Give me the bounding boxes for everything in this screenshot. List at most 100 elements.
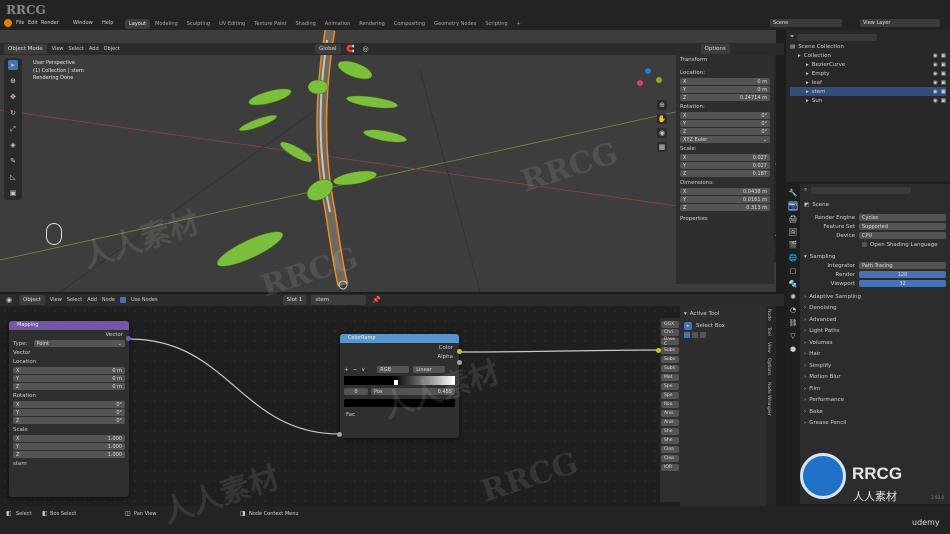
- rotate-tool-icon[interactable]: ↻: [8, 108, 18, 118]
- panel-section-header[interactable]: › Light Paths: [804, 326, 946, 338]
- tab-modeling[interactable]: Modeling: [151, 19, 182, 29]
- render-camera-icon[interactable]: ▣: [941, 89, 946, 95]
- menu-view[interactable]: View: [52, 46, 64, 52]
- menu-edit[interactable]: Edit: [28, 20, 38, 26]
- dimensions-z-field[interactable]: Z 0.313 m: [680, 204, 770, 211]
- bsdf-input-field[interactable]: IOR: [661, 464, 679, 471]
- stop-position-field[interactable]: Pos 0.455: [371, 388, 455, 395]
- bsdf-input-field[interactable]: Subs: [661, 365, 679, 372]
- rotation-x-field[interactable]: X 0°: [680, 112, 770, 119]
- add-stop-button[interactable]: +: [344, 367, 349, 373]
- panel-section-header[interactable]: › Hair: [804, 349, 946, 361]
- scale-x-field[interactable]: X 0.027: [680, 154, 770, 161]
- integrator-dropdown[interactable]: Path Tracing: [859, 262, 946, 269]
- menu-add[interactable]: Add: [87, 297, 97, 303]
- panel-section-header[interactable]: › Performance: [804, 395, 946, 407]
- material-tab-icon[interactable]: ●: [788, 344, 798, 354]
- bsdf-input-field[interactable]: Met: [661, 374, 679, 381]
- slot-dropdown[interactable]: Slot 1: [282, 295, 307, 305]
- camera-icon[interactable]: ◉: [657, 128, 667, 138]
- menu-help[interactable]: Help: [102, 20, 113, 26]
- use-nodes-checkbox[interactable]: [119, 297, 126, 303]
- node-side-tab-3[interactable]: Options: [766, 355, 771, 378]
- bsdf-base-color-socket[interactable]: [656, 348, 661, 353]
- panel-section-header[interactable]: › Film: [804, 383, 946, 395]
- bsdf-input-field[interactable]: Rou: [661, 401, 679, 408]
- menu-object[interactable]: Object: [104, 46, 120, 52]
- menu-file[interactable]: File: [16, 20, 24, 26]
- n-panel-tab-1[interactable]: Tool: [774, 68, 776, 83]
- scene-tab-icon[interactable]: 🎬: [788, 240, 798, 250]
- panel-section-header[interactable]: › Bake: [804, 406, 946, 418]
- viewport-samples-field[interactable]: 32: [859, 280, 946, 287]
- outliner-item[interactable]: ▸ stem ◉ ▣: [790, 87, 946, 96]
- mode-subtract-icon[interactable]: [700, 331, 706, 338]
- data-tab-icon[interactable]: ▽: [788, 331, 798, 341]
- bsdf-input-field[interactable]: Base C: [661, 337, 679, 347]
- bsdf-input-field[interactable]: Clea: [661, 455, 679, 462]
- n-panel-tab-8[interactable]: Screencast: [774, 193, 776, 224]
- render-engine-dropdown[interactable]: Cycles: [859, 214, 946, 221]
- render-camera-icon[interactable]: ▣: [941, 98, 946, 104]
- color-mode-dropdown[interactable]: RGB: [377, 366, 410, 373]
- object-tab-icon[interactable]: ▢: [788, 266, 798, 276]
- pin-icon[interactable]: 📌: [371, 295, 381, 305]
- mapping-scale-z-field[interactable]: Z 1.000: [13, 451, 125, 458]
- move-tool-icon[interactable]: ✥: [8, 92, 18, 102]
- render-camera-icon[interactable]: ▣: [941, 71, 946, 77]
- n-panel-tab-7[interactable]: ARM Lib: [774, 169, 776, 193]
- mode-new-icon[interactable]: [684, 331, 690, 338]
- proportional-edit-icon[interactable]: ◎: [361, 44, 371, 54]
- tab-animation[interactable]: Animation: [321, 19, 355, 29]
- mapping-location-x-field[interactable]: X 0 m: [13, 367, 125, 374]
- menu-select[interactable]: Select: [69, 46, 84, 52]
- tab-layout[interactable]: Layout: [125, 19, 150, 29]
- mapping-out-socket[interactable]: [126, 336, 131, 341]
- sampling-header[interactable]: ▾ Sampling: [804, 252, 946, 261]
- world-tab-icon[interactable]: 🌐: [788, 253, 798, 263]
- device-dropdown[interactable]: CPU: [859, 232, 946, 239]
- feature-set-dropdown[interactable]: Supported: [859, 223, 946, 230]
- navigation-gizmo[interactable]: [634, 68, 664, 98]
- colorramp-color-socket[interactable]: [457, 349, 462, 354]
- modifier-tab-icon[interactable]: 🔩: [788, 279, 798, 289]
- scale-y-field[interactable]: Y 0.027: [680, 162, 770, 169]
- mode-extend-icon[interactable]: [692, 331, 698, 338]
- tool-tab-icon[interactable]: 🔧: [788, 188, 798, 198]
- panel-section-header[interactable]: › Grease Pencil: [804, 418, 946, 430]
- ramp-menu-button[interactable]: ∨: [361, 367, 365, 373]
- gizmo-z-axis-icon[interactable]: [645, 68, 651, 74]
- panel-section-header[interactable]: › Denoising: [804, 303, 946, 315]
- render-samples-field[interactable]: 128: [859, 271, 946, 278]
- colorramp-node-header[interactable]: ColorRamp: [340, 334, 459, 343]
- expand-icon[interactable]: ▸: [806, 80, 809, 86]
- expand-icon[interactable]: ▸: [806, 98, 809, 104]
- object-mode-dropdown[interactable]: Object Mode: [4, 44, 47, 54]
- bsdf-input-field[interactable]: Clea: [661, 446, 679, 453]
- ramp-stop-handle[interactable]: [393, 380, 398, 385]
- menu-render[interactable]: Render: [41, 20, 59, 26]
- zoom-icon[interactable]: ⊕: [657, 100, 667, 110]
- render-camera-icon[interactable]: ▣: [941, 62, 946, 68]
- expand-icon[interactable]: ▸: [798, 53, 801, 59]
- panel-section-header[interactable]: › Adaptive Sampling: [804, 291, 946, 303]
- tab-rendering[interactable]: Rendering: [355, 19, 389, 29]
- outliner-item[interactable]: ▸ leaf ◉ ▣: [790, 78, 946, 87]
- colorramp-fac-socket[interactable]: [337, 432, 342, 437]
- outliner-item[interactable]: ▸ Sun ◉ ▣: [790, 96, 946, 105]
- material-selector[interactable]: stem: [311, 295, 367, 305]
- output-tab-icon[interactable]: 🖨: [788, 214, 798, 224]
- particles-tab-icon[interactable]: ✺: [788, 292, 798, 302]
- outliner-item[interactable]: ▸ Collection ◉ ▣: [790, 51, 946, 60]
- tab-geometry-nodes[interactable]: Geometry Nodes: [430, 19, 480, 29]
- outliner-item[interactable]: ▸ Empty ◉ ▣: [790, 69, 946, 78]
- grid-icon[interactable]: ▦: [657, 142, 667, 152]
- physics-tab-icon[interactable]: ◔: [788, 305, 798, 315]
- cursor-tool-icon[interactable]: ⊕: [8, 76, 18, 86]
- scale-tool-icon[interactable]: ⤢: [8, 124, 18, 134]
- panel-section-header[interactable]: › Advanced: [804, 314, 946, 326]
- stop-color-swatch[interactable]: [344, 399, 455, 407]
- distribution-dropdown[interactable]: GGX: [661, 321, 679, 328]
- colorramp-node[interactable]: ColorRamp Color Alpha + − ∨ RGB Linear 0…: [340, 334, 459, 438]
- menu-select[interactable]: Select: [67, 297, 82, 303]
